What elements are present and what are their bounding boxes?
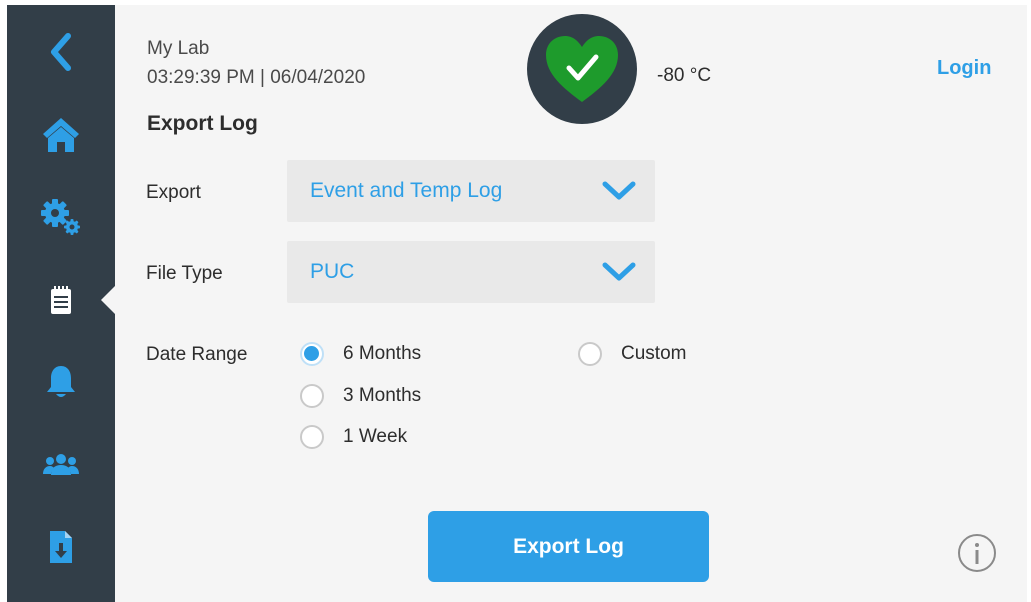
radio-option-6-months[interactable]: 6 Months (300, 342, 421, 366)
login-link[interactable]: Login (937, 57, 991, 80)
export-label: Export (146, 182, 201, 203)
sidebar-item-users[interactable] (31, 440, 91, 490)
file-type-label: File Type (146, 263, 223, 284)
export-log-button[interactable]: Export Log (428, 511, 709, 582)
back-chevron-icon (51, 33, 71, 71)
radio-label: 1 Week (343, 426, 408, 447)
current-datetime: 03:29:39 PM | 06/04/2020 (147, 67, 366, 88)
date-range-label: Date Range (146, 344, 248, 365)
radio-option-1-week[interactable]: 1 Week (300, 425, 407, 449)
page-title: Export Log (147, 112, 258, 135)
radio-label: Custom (621, 343, 687, 364)
radio-option-custom[interactable]: Custom (578, 342, 686, 366)
lab-name: My Lab (147, 38, 210, 59)
radio-option-3-months[interactable]: 3 Months (300, 384, 421, 408)
sidebar-item-home[interactable] (31, 110, 91, 160)
sidebar-item-settings[interactable] (31, 192, 91, 242)
radio-label: 6 Months (343, 343, 422, 364)
home-icon (43, 118, 79, 152)
radio-button[interactable] (300, 425, 324, 449)
chevron-down-icon (602, 262, 636, 281)
info-button[interactable] (957, 533, 997, 573)
sidebar-item-back[interactable] (31, 27, 91, 77)
file-download-icon (50, 531, 72, 563)
alarm-bell-icon (47, 366, 75, 397)
sidebar-item-alarms[interactable] (31, 357, 91, 407)
active-nav-pointer (101, 286, 115, 314)
status-indicator[interactable] (527, 14, 637, 124)
radio-button[interactable] (300, 342, 324, 366)
radio-button[interactable] (300, 384, 324, 408)
file-type-select-value: PUC (310, 260, 355, 283)
sidebar-item-export[interactable] (31, 522, 91, 572)
radio-label: 3 Months (343, 385, 422, 406)
settings-gears-icon (41, 199, 80, 235)
chevron-down-icon (602, 181, 636, 200)
export-select[interactable]: Event and Temp Log (287, 160, 655, 222)
temperature-readout: -80 °C (657, 65, 712, 86)
sidebar (7, 5, 115, 602)
heart-check-icon (546, 36, 618, 102)
log-notepad-icon (51, 286, 71, 314)
radio-button[interactable] (578, 342, 602, 366)
file-type-select[interactable]: PUC (287, 241, 655, 303)
users-icon (43, 454, 79, 475)
app-frame: My Lab 03:29:39 PM | 06/04/2020 Export L… (7, 5, 1027, 602)
export-select-value: Event and Temp Log (310, 179, 503, 202)
sidebar-item-log[interactable] (31, 275, 91, 325)
info-icon (958, 534, 996, 572)
